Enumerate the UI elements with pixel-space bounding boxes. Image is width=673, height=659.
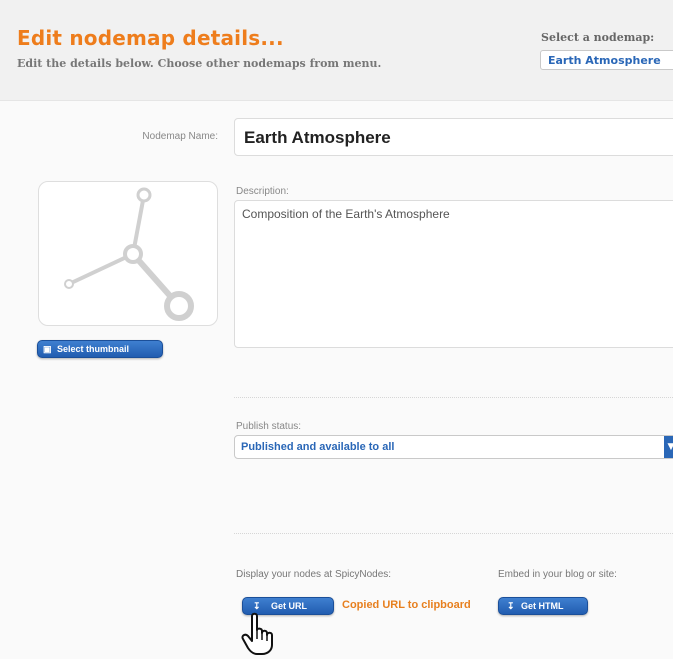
- nodemap-select-label: Select a nodemap:: [541, 31, 655, 44]
- nodemap-name-input[interactable]: Earth Atmosphere: [234, 118, 673, 156]
- display-nodes-label: Display your nodes at SpicyNodes:: [236, 569, 392, 580]
- page-subtitle: Edit the details below. Choose other nod…: [17, 57, 382, 70]
- nodemap-name-value: Earth Atmosphere: [244, 128, 391, 147]
- nodemap-name-label: Nodemap Name:: [142, 131, 218, 142]
- select-thumbnail-label: Select thumbnail: [57, 344, 130, 354]
- download-icon: ↧: [253, 601, 261, 611]
- get-url-label: Get URL: [271, 601, 307, 611]
- page-header: Edit nodemap details... Edit the details…: [0, 0, 673, 101]
- select-thumbnail-button[interactable]: ▣ Select thumbnail: [37, 340, 163, 358]
- image-icon: ▣: [43, 344, 52, 354]
- divider: [234, 397, 673, 398]
- publish-status-select[interactable]: Published and available to all ▼: [234, 435, 673, 459]
- page-title: Edit nodemap details...: [17, 26, 284, 50]
- nodemap-select-value: Earth Atmosphere: [548, 54, 661, 67]
- publish-status-label: Publish status:: [236, 421, 302, 432]
- download-icon: ↧: [507, 601, 515, 611]
- get-html-button[interactable]: ↧ Get HTML: [498, 597, 588, 615]
- hand-pointer-icon: [241, 612, 273, 655]
- node-graph-icon: [64, 187, 194, 321]
- description-textarea[interactable]: Composition of the Earth's Atmosphere: [234, 200, 673, 348]
- chevron-down-icon[interactable]: ▼: [664, 436, 673, 458]
- description-value: Composition of the Earth's Atmosphere: [242, 207, 450, 221]
- embed-label: Embed in your blog or site:: [498, 569, 617, 580]
- copied-message: Copied URL to clipboard: [342, 599, 471, 611]
- get-html-label: Get HTML: [521, 601, 564, 611]
- thumbnail-preview: [38, 181, 218, 326]
- publish-status-value: Published and available to all: [241, 441, 395, 453]
- nodemap-select[interactable]: Earth Atmosphere: [540, 50, 673, 70]
- description-label: Description:: [236, 186, 289, 197]
- divider: [234, 533, 673, 534]
